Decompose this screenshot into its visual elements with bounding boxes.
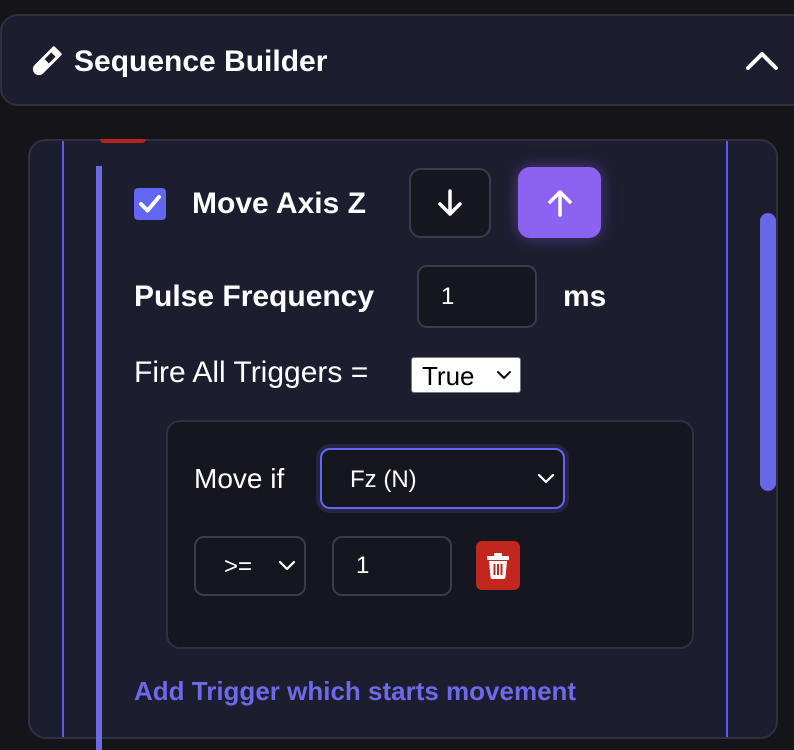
fire-all-triggers-value: True [422,361,475,391]
previous-step-delete-button[interactable] [100,139,146,143]
fire-all-triggers-select[interactable]: True [411,357,521,393]
scrollbar[interactable] [760,213,776,491]
pulse-unit-label: ms [563,280,607,313]
scrollbar-thumb[interactable] [760,213,776,491]
delete-trigger-button[interactable] [476,541,520,590]
collapse-button[interactable] [744,46,780,76]
step-enabled-checkbox[interactable] [134,188,166,220]
fire-all-triggers-label: Fire All Triggers = [134,356,369,389]
test-tube-icon [28,44,64,80]
step-accent-bar [96,166,102,750]
direction-up-button[interactable] [518,167,601,238]
step-title: Move Axis Z [192,187,366,220]
page-title: Sequence Builder [74,45,328,78]
chevron-up-icon [746,52,778,70]
sequence-left-border [62,141,64,737]
sequence-builder-header: Sequence Builder [0,14,794,106]
trigger-signal-select[interactable]: Fz (N) [320,448,565,509]
direction-down-button[interactable] [409,168,491,238]
chevron-down-icon [537,473,555,483]
pulse-frequency-value: 1 [441,282,455,310]
pulse-frequency-input[interactable]: 1 [417,265,537,328]
trigger-threshold-value: 1 [356,552,370,579]
move-if-label: Move if [194,463,285,494]
trigger-threshold-input[interactable]: 1 [332,536,452,596]
arrow-down-icon [438,189,462,216]
trigger-operator-select[interactable]: >= [194,536,306,596]
pulse-frequency-label: Pulse Frequency [134,280,375,313]
trigger-operator-value: >= [224,553,253,580]
add-trigger-link[interactable]: Add Trigger which starts movement [134,676,576,706]
trigger-signal-value: Fz (N) [350,466,417,493]
trash-icon [487,553,509,579]
sequence-right-border [726,141,728,737]
chevron-down-icon [278,560,296,571]
checkmark-icon [139,195,161,213]
chevron-down-icon [497,371,511,379]
arrow-up-icon [547,189,572,217]
